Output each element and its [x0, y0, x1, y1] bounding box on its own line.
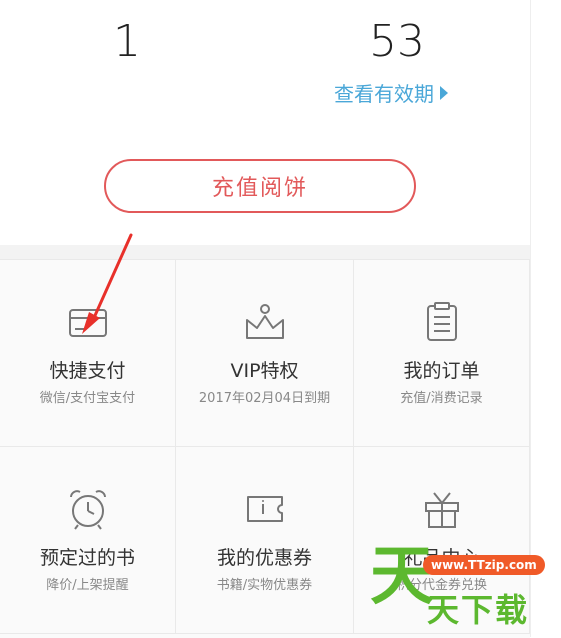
- clipboard-icon: [426, 302, 457, 341]
- grid-item-subtitle: 书籍/实物优惠券: [216, 578, 313, 593]
- grid-item-title: VIP特权: [230, 360, 299, 382]
- section-divider: [0, 245, 530, 259]
- grid-item-coupons[interactable]: 我的优惠券 书籍/实物优惠券: [176, 447, 354, 634]
- view-validity-label: 查看有效期: [334, 82, 434, 106]
- recharge-button[interactable]: 充值阅饼: [104, 159, 416, 213]
- grid-item-subtitle: 积分代金券兑换: [395, 578, 487, 593]
- view-validity-link[interactable]: 查看有效期: [334, 78, 448, 107]
- card-icon: [68, 309, 107, 337]
- grid-item-title: 礼品中心: [403, 547, 480, 569]
- grid-item-title: 快捷支付: [49, 360, 126, 382]
- gift-icon: [424, 492, 459, 528]
- right-edge: [530, 0, 561, 637]
- stat-value-first: 1: [113, 16, 141, 67]
- alarm-clock-icon: [69, 490, 106, 530]
- account-summary: 1 53 查看有效期 充值阅饼: [0, 0, 530, 245]
- triangle-right-icon: [440, 85, 448, 100]
- grid-item-vip[interactable]: VIP特权 2017年02月04日到期: [176, 260, 354, 447]
- grid-item-subtitle: 降价/上架提醒: [46, 578, 129, 593]
- grid-item-title: 我的订单: [403, 360, 480, 382]
- grid-item-orders[interactable]: 我的订单 充值/消费记录: [354, 260, 530, 447]
- feature-grid: 快捷支付 微信/支付宝支付 VIP特权 2017年02月04日到期 我的订单 充…: [0, 259, 530, 638]
- grid-item-subtitle: 2017年02月04日到期: [198, 391, 331, 406]
- grid-item-title: 我的优惠券: [216, 547, 312, 569]
- stat-value-second: 53: [369, 16, 425, 67]
- crown-icon: [245, 304, 284, 339]
- grid-item-quick-pay[interactable]: 快捷支付 微信/支付宝支付: [0, 260, 176, 447]
- grid-item-gift-center[interactable]: 礼品中心 积分代金券兑换: [354, 447, 530, 634]
- grid-item-title: 预定过的书: [39, 547, 135, 569]
- grid-item-subtitle: 微信/支付宝支付: [39, 391, 136, 406]
- grid-item-subtitle: 充值/消费记录: [400, 391, 483, 406]
- ticket-icon: [246, 496, 283, 522]
- grid-item-preordered-books[interactable]: 预定过的书 降价/上架提醒: [0, 447, 176, 634]
